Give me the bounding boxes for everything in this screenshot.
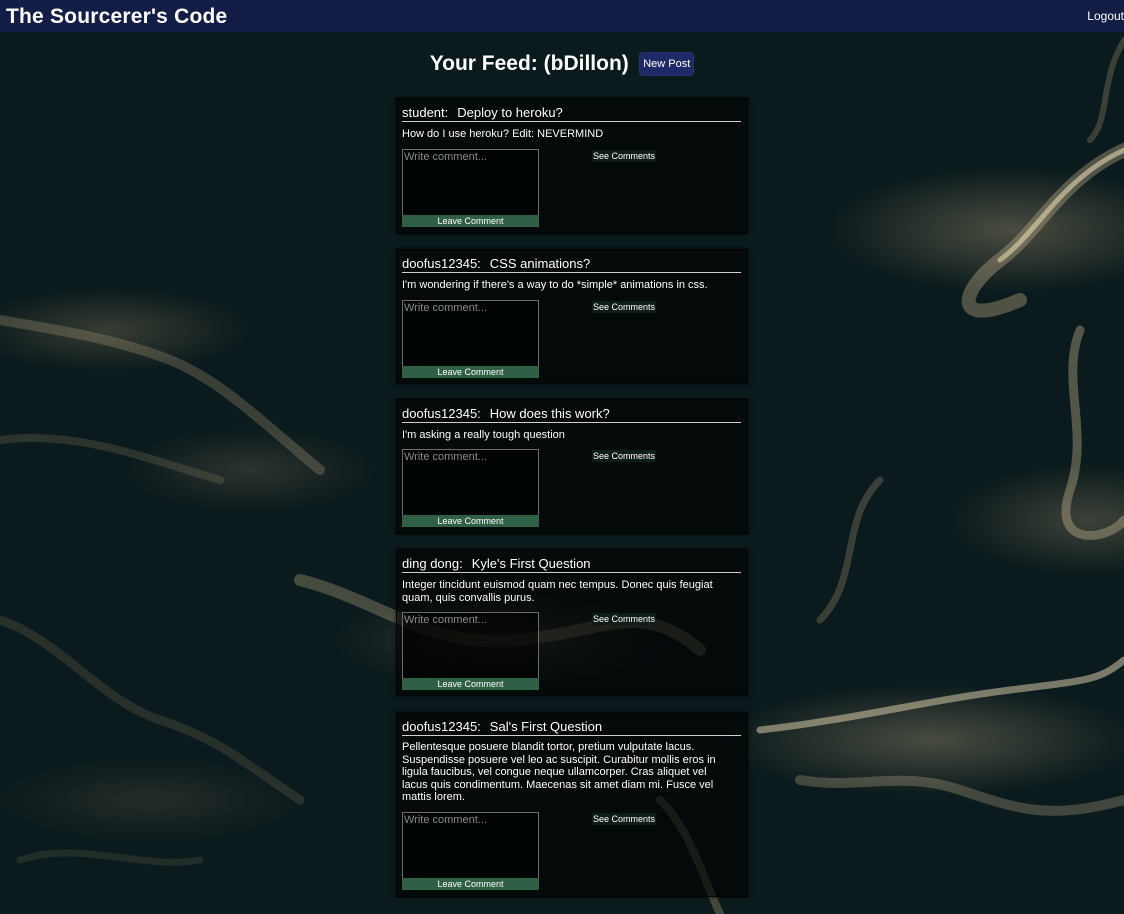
- post-body: How do I use heroku? Edit: NEVERMIND: [402, 128, 604, 140]
- leave-comment-button[interactable]: Leave Comment: [402, 515, 539, 527]
- post-author: ding dong:: [402, 556, 463, 571]
- see-comments-button[interactable]: See Comments: [592, 301, 657, 313]
- leave-comment-button[interactable]: Leave Comment: [402, 366, 539, 378]
- see-comments-button[interactable]: See Comments: [592, 813, 657, 825]
- page-title: Your Feed: (bDillon): [429, 52, 629, 75]
- post-author: student:: [402, 105, 449, 120]
- see-comments-button[interactable]: See Comments: [592, 450, 657, 462]
- navbar: The Sourcerer's Code Logout: [0, 0, 1124, 32]
- post-header: doofus12345: Sal's First Question: [402, 719, 741, 736]
- comment-form: Leave Comment: [402, 300, 539, 378]
- see-comments-button[interactable]: See Comments: [592, 150, 657, 162]
- comment-form: Leave Comment: [402, 449, 539, 527]
- post-author: doofus12345:: [402, 406, 481, 421]
- post-card: doofus12345: Sal's First Question Pellent…: [396, 712, 748, 897]
- comment-input[interactable]: [403, 301, 538, 366]
- comment-form: Leave Comment: [402, 149, 539, 227]
- post-title: Deploy to heroku?: [457, 105, 563, 120]
- post-header: ding dong: Kyle's First Question: [402, 556, 741, 573]
- comment-input[interactable]: [403, 613, 538, 678]
- leave-comment-button[interactable]: Leave Comment: [402, 878, 539, 890]
- new-post-button[interactable]: New Post: [639, 52, 695, 76]
- post-title: Kyle's First Question: [471, 556, 591, 571]
- comment-input[interactable]: [403, 450, 538, 515]
- post-author: doofus12345:: [402, 256, 481, 271]
- post-body: Pellentesque posuere blandit tortor, pre…: [402, 741, 716, 803]
- comment-input[interactable]: [403, 813, 538, 878]
- post-card: student: Deploy to heroku? How do I use h…: [396, 98, 748, 234]
- leave-comment-button[interactable]: Leave Comment: [402, 215, 539, 227]
- post-body: Integer tincidunt euismod quam nec tempu…: [402, 579, 713, 604]
- post-card: doofus12345: How does this work? I'm aski…: [396, 399, 748, 534]
- post-header: doofus12345: CSS animations?: [402, 256, 741, 273]
- app-title[interactable]: The Sourcerer's Code: [6, 5, 227, 29]
- post-header: student: Deploy to heroku?: [402, 105, 741, 122]
- post-header: doofus12345: How does this work?: [402, 406, 741, 423]
- logout-link[interactable]: Logout: [1087, 9, 1124, 23]
- post-title: Sal's First Question: [489, 719, 603, 734]
- post-card: doofus12345: CSS animations? I'm wonderin…: [396, 249, 748, 384]
- leave-comment-button[interactable]: Leave Comment: [402, 678, 539, 690]
- post-title: How does this work?: [489, 406, 610, 421]
- post-title: CSS animations?: [489, 256, 591, 271]
- feed-header: Your Feed: (bDillon) New Post: [0, 52, 1124, 76]
- comment-input[interactable]: [403, 150, 538, 215]
- post-card: ding dong: Kyle's First Question Integer …: [396, 549, 748, 696]
- post-author: doofus12345:: [402, 719, 481, 734]
- see-comments-button[interactable]: See Comments: [592, 613, 657, 625]
- post-body: I'm wondering if there's a way to do *si…: [402, 279, 708, 291]
- post-body: I'm asking a really tough question: [402, 429, 565, 441]
- comment-form: Leave Comment: [402, 812, 539, 890]
- comment-form: Leave Comment: [402, 612, 539, 690]
